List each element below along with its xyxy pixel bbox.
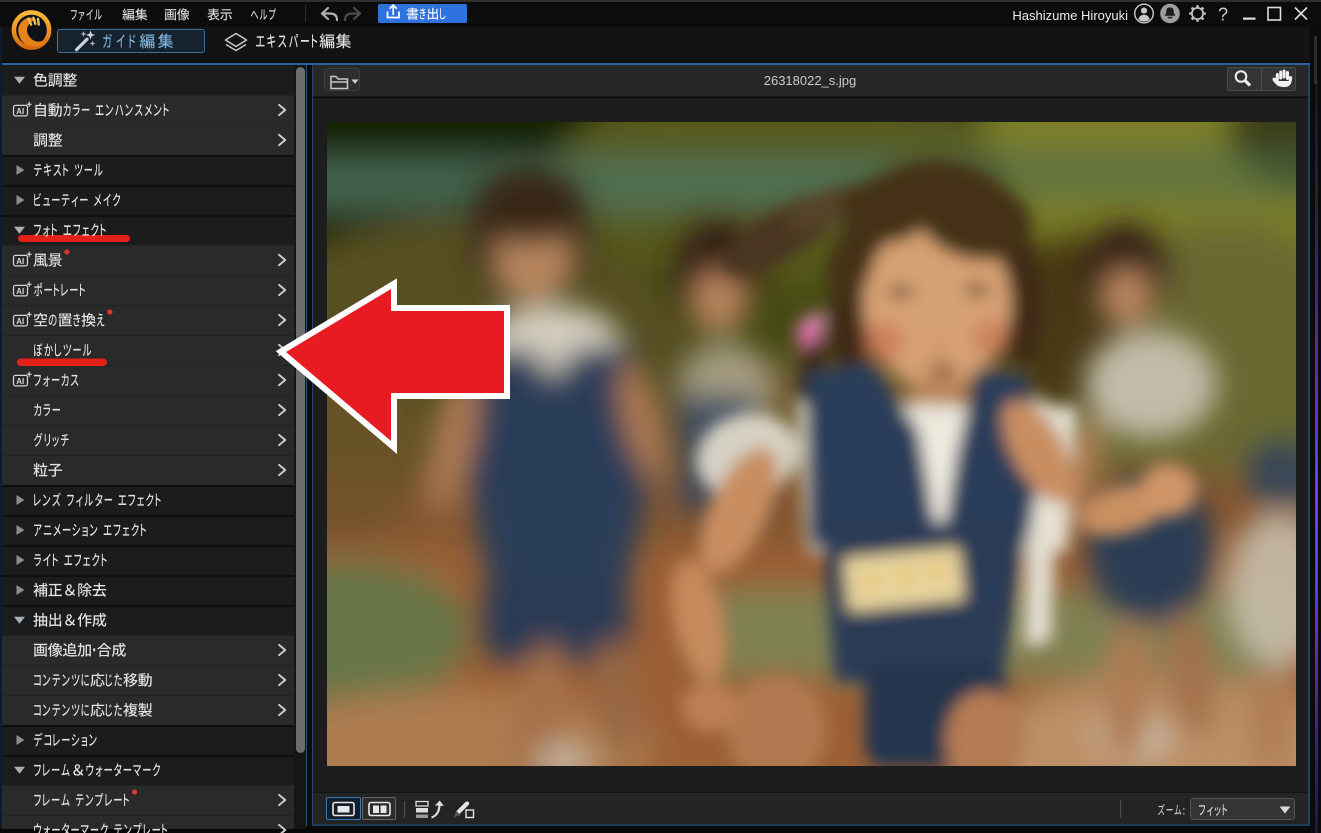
- svg-text:AI: AI: [16, 317, 24, 326]
- svg-text:AI: AI: [16, 107, 24, 116]
- svg-text:?: ?: [1218, 5, 1228, 25]
- svg-text:AI: AI: [16, 377, 24, 386]
- svg-text:AI: AI: [16, 257, 24, 266]
- svg-text:AI: AI: [16, 287, 24, 296]
